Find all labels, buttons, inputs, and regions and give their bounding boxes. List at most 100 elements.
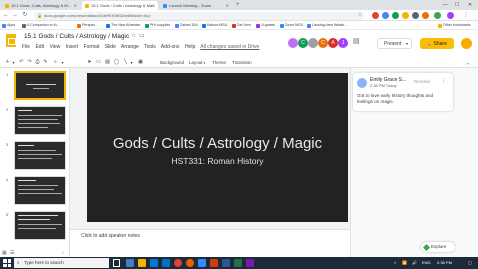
slide-thumbnail[interactable]	[14, 106, 66, 135]
volume-icon[interactable]: 🔊	[412, 257, 417, 269]
slide-thumbnail[interactable]	[14, 211, 66, 240]
paint-format-icon[interactable]: ✎	[42, 57, 49, 68]
select-cursor-icon[interactable]: ➤	[86, 57, 93, 68]
chrome-menu-icon[interactable]: ⋮	[462, 10, 470, 21]
print-icon[interactable]: ⎙	[34, 57, 41, 68]
star-icon[interactable]: ☆	[131, 32, 136, 39]
mail-icon[interactable]	[162, 259, 170, 267]
slides-logo-icon[interactable]	[6, 34, 16, 47]
slide-thumbnail[interactable]	[14, 176, 66, 205]
task-view-icon[interactable]	[113, 259, 120, 267]
collaborator-avatar[interactable]: C	[318, 38, 328, 48]
image-icon[interactable]: ▨	[104, 57, 111, 68]
bookmark-item[interactable]: Lansing Area Weath...	[307, 21, 347, 30]
window-close-icon[interactable]: ✕	[464, 0, 476, 10]
clock[interactable]: 2:38 PM	[437, 257, 452, 269]
slide-thumbnail[interactable]	[14, 141, 66, 170]
browser-tab[interactable]: Launch Meeting - Zoom ✕	[160, 1, 232, 10]
address-bar[interactable]: 🔒 docs.google.com/presentation/d/1bRKK5K…	[34, 11, 364, 20]
menu-tools[interactable]: Tools	[144, 44, 156, 50]
close-icon[interactable]: ✕	[226, 1, 229, 10]
menu-arrange[interactable]: Arrange	[121, 44, 139, 50]
grid-view-icon[interactable]: ▦	[2, 250, 7, 256]
menu-help[interactable]: Help	[185, 44, 195, 50]
menu-edit[interactable]: Edit	[35, 44, 44, 50]
new-slide-icon[interactable]: ＋	[4, 57, 11, 68]
explore-button[interactable]: Explore	[421, 242, 455, 252]
comment-icon[interactable]: ▣	[137, 57, 144, 68]
bookmark-item[interactable]: Kaltura MSU	[202, 21, 227, 30]
notifications-icon[interactable]: ▢	[468, 257, 472, 269]
background-button[interactable]: Background	[160, 57, 184, 68]
transition-button[interactable]: Transition	[232, 57, 252, 68]
extension-icon[interactable]	[434, 12, 441, 19]
layout-button[interactable]: Layout ▾	[189, 57, 205, 68]
text-box-icon[interactable]: ▭	[95, 57, 102, 68]
file-explorer-icon[interactable]	[138, 259, 146, 267]
menu-format[interactable]: Format	[84, 44, 100, 50]
menu-file[interactable]: File	[22, 44, 30, 50]
slide-thumbnail-selected[interactable]	[14, 71, 66, 100]
menu-view[interactable]: View	[49, 44, 60, 50]
powerpoint-icon[interactable]	[210, 259, 218, 267]
bookmark-item[interactable]: Apps	[2, 21, 15, 30]
edge-icon[interactable]	[126, 259, 134, 267]
bookmark-item[interactable]: Zoom MSU	[280, 21, 303, 30]
document-title[interactable]: 15.1 Gods / Cults / Astrology / Magic	[24, 33, 129, 40]
profile-icon[interactable]	[447, 12, 454, 19]
windows-start-icon[interactable]	[3, 259, 11, 267]
line-icon[interactable]: ╲	[122, 57, 129, 68]
chrome-icon[interactable]	[174, 259, 182, 267]
theme-button[interactable]: Theme	[212, 57, 226, 68]
word-icon[interactable]	[222, 259, 230, 267]
undo-icon[interactable]: ↶	[18, 57, 25, 68]
bookmark-star-icon[interactable]: ☆	[356, 10, 364, 21]
bookmark-item[interactable]: Zahavi DAI	[175, 21, 198, 30]
speaker-notes-placeholder[interactable]: Click to add speaker notes	[81, 233, 140, 239]
chevron-down-icon[interactable]: ▾	[129, 57, 134, 68]
redo-icon[interactable]: ↷	[26, 57, 33, 68]
extension-icon[interactable]	[422, 12, 429, 19]
close-icon[interactable]: ✕	[74, 1, 77, 10]
menu-add-ons[interactable]: Add-ons	[161, 44, 180, 50]
collaborator-avatar[interactable]: A	[328, 38, 338, 48]
forward-icon[interactable]: →	[11, 10, 19, 21]
zoom-icon[interactable]: ⌕	[52, 57, 59, 68]
resolve-button[interactable]: Resolve	[414, 79, 430, 84]
minimize-icon[interactable]: —	[439, 0, 451, 10]
bookmark-item[interactable]: Ji gcasts	[256, 21, 275, 30]
bookmark-item[interactable]: Dal Vern	[232, 21, 251, 30]
reload-icon[interactable]: ↻	[21, 10, 29, 21]
excel-icon[interactable]	[234, 259, 242, 267]
extension-icon[interactable]	[372, 12, 379, 19]
taskbar-search[interactable]: ⌕ Type here to search	[14, 258, 109, 268]
bookmark-item[interactable]: Perspec...	[77, 21, 98, 30]
extension-icon[interactable]	[412, 12, 419, 19]
zoom-app-icon[interactable]	[198, 259, 206, 267]
collaborator-avatar[interactable]	[288, 38, 298, 48]
move-folder-icon[interactable]: ▭	[139, 32, 145, 39]
new-tab-icon[interactable]: +	[236, 0, 240, 10]
chevron-left-icon[interactable]: ‹	[62, 250, 64, 256]
account-avatar[interactable]	[460, 37, 473, 50]
share-button[interactable]: 🔒 Share	[420, 38, 454, 49]
onenote-icon[interactable]	[246, 259, 254, 267]
chevron-down-icon[interactable]: ▾	[406, 39, 408, 49]
bookmark-item[interactable]: The New Athenian	[106, 21, 140, 30]
menu-insert[interactable]: Insert	[66, 44, 79, 50]
present-button[interactable]: Present ▾	[377, 38, 412, 49]
shape-icon[interactable]: ◯	[113, 57, 120, 68]
collaborator-avatar[interactable]	[308, 38, 318, 48]
chevron-down-icon[interactable]: ▾	[60, 57, 65, 68]
tray-chevron-icon[interactable]: ˄	[394, 257, 396, 269]
extension-icon[interactable]	[382, 12, 389, 19]
bookmark-item[interactable]: A Companion to th...	[22, 21, 60, 30]
extension-icon[interactable]	[402, 12, 409, 19]
extension-icon[interactable]	[392, 12, 399, 19]
chevron-down-icon[interactable]: ▾	[11, 57, 16, 68]
network-icon[interactable]: 📶	[402, 257, 407, 269]
more-options-icon[interactable]: ⋮	[441, 78, 446, 84]
collaborator-avatar[interactable]: J	[338, 38, 348, 48]
language-indicator[interactable]: ENG	[422, 257, 431, 269]
back-icon[interactable]: ←	[2, 10, 10, 21]
